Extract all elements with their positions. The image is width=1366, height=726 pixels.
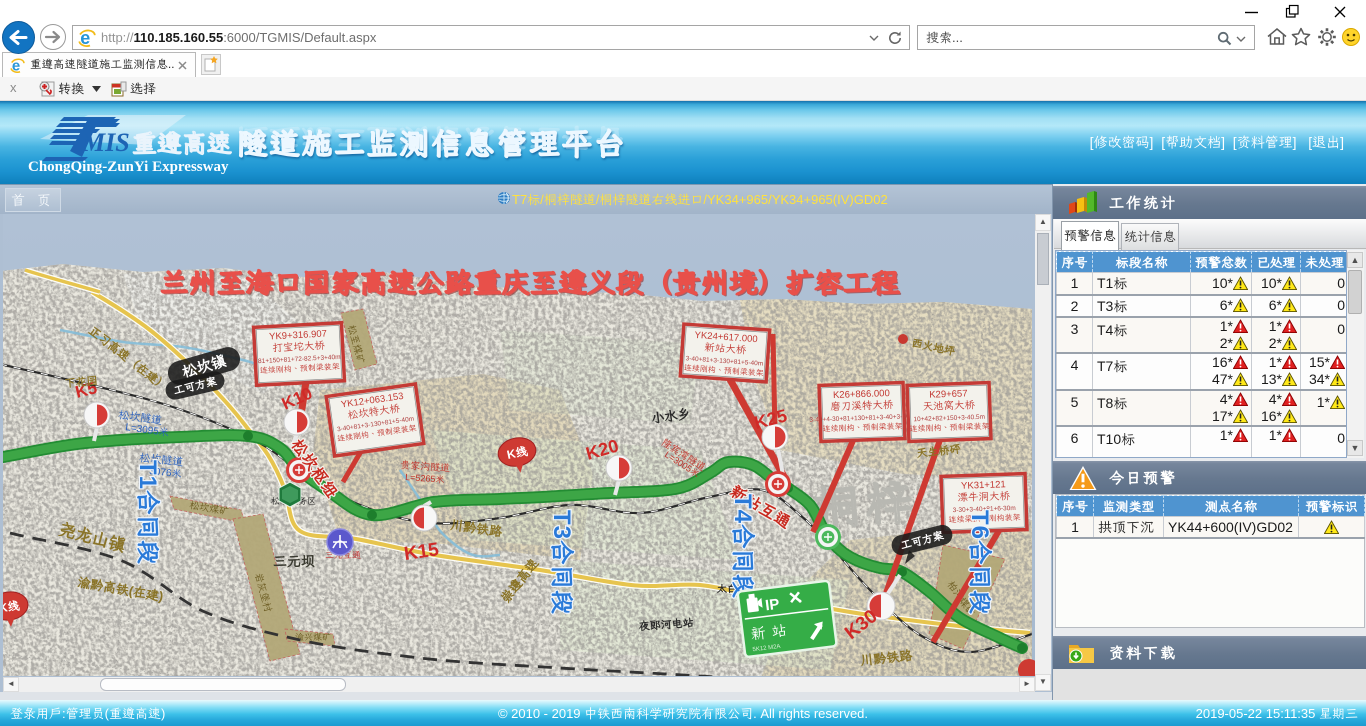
svg-text:漂牛洞大桥: 漂牛洞大桥: [957, 488, 1010, 504]
svg-text:重遵高速: 重遵高速: [132, 127, 232, 160]
svg-text:天池窝大桥: 天池窝大桥: [922, 397, 975, 413]
svg-text:K线: K线: [3, 599, 20, 617]
svg-text:T1合同段: T1合同段: [133, 460, 165, 565]
svg-text:T6合同段: T6合同段: [965, 510, 997, 615]
svg-text:打宝坨大桥: 打宝坨大桥: [272, 338, 326, 355]
svg-text:IP: IP: [764, 596, 780, 615]
svg-text:兰州至海口国家高速公路重庆至遵义段（贵州境）扩容工程: 兰州至海口国家高速公路重庆至遵义段（贵州境）扩容工程: [160, 264, 900, 300]
svg-text:ChongQing-ZunYi Expressway: ChongQing-ZunYi Expressway: [28, 159, 229, 175]
svg-text:MIS: MIS: [81, 128, 130, 157]
svg-text:渝兴煤矿: 渝兴煤矿: [295, 631, 331, 643]
svg-text:T4合同段: T4合同段: [728, 494, 760, 599]
svg-text:新站大桥: 新站大桥: [704, 340, 747, 357]
svg-text:下花园: 下花园: [64, 374, 98, 391]
svg-text:三元坝: 三元坝: [273, 552, 315, 570]
svg-text:T3合同段: T3合同段: [547, 510, 579, 615]
svg-text:磨刀溪特大桥: 磨刀溪特大桥: [830, 397, 894, 413]
